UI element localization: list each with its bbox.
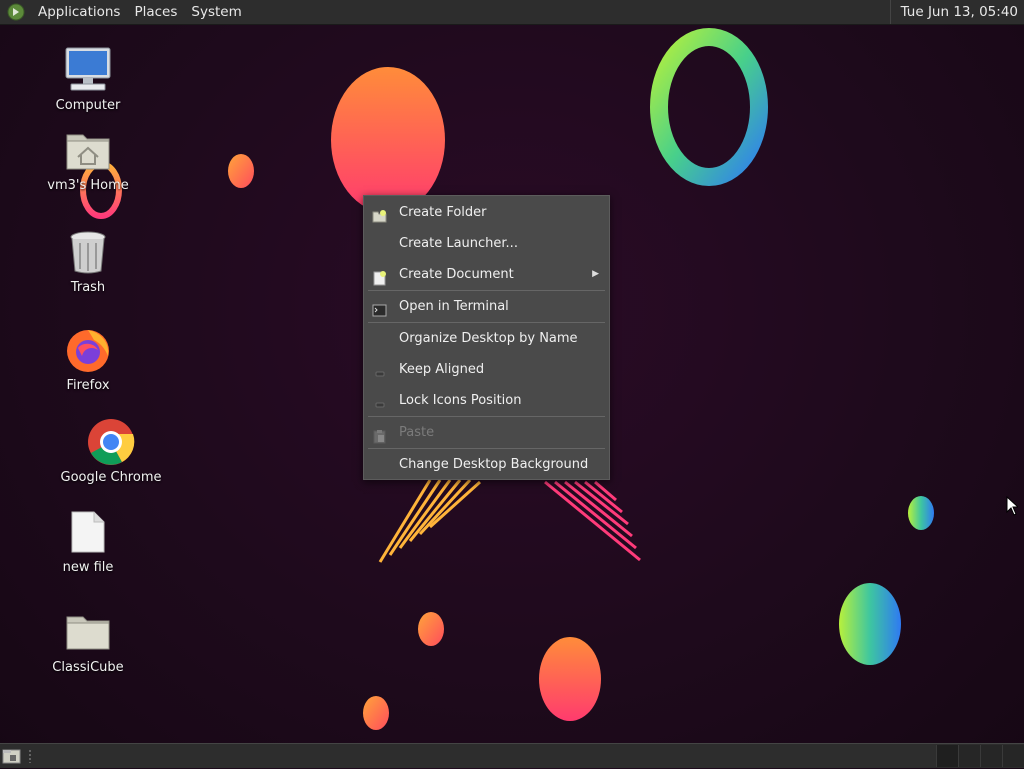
show-desktop-icon[interactable]	[2, 747, 22, 765]
menu-item-create-folder[interactable]: Create Folder	[364, 197, 609, 228]
mate-logo-icon[interactable]	[7, 3, 25, 21]
workspace-4[interactable]	[1002, 745, 1024, 767]
desktop-icon-trash[interactable]: Trash	[28, 226, 148, 295]
menu-item-lock-icons[interactable]: Lock Icons Position	[364, 385, 609, 416]
panel-grip-handle[interactable]	[28, 749, 32, 763]
desktop-icon-label: new file	[62, 560, 114, 575]
places-menu[interactable]: Places	[127, 0, 184, 24]
desktop-icon-label: ClassiCube	[52, 660, 124, 675]
workspace-3[interactable]	[980, 745, 1002, 767]
applications-menu[interactable]: Applications	[31, 0, 127, 24]
menu-item-create-launcher[interactable]: Create Launcher...	[364, 228, 609, 259]
checkbox-icon[interactable]	[372, 393, 387, 408]
mouse-cursor-icon	[1006, 495, 1020, 520]
menu-item-label: Create Folder	[399, 205, 487, 220]
menu-item-paste: Paste	[364, 417, 609, 448]
menu-item-open-terminal[interactable]: Open in Terminal	[364, 291, 609, 322]
menu-item-label: Keep Aligned	[399, 362, 485, 377]
desktop-context-menu: Create Folder Create Launcher... Create …	[363, 195, 610, 480]
chrome-icon	[85, 416, 137, 468]
trash-icon	[62, 226, 114, 278]
submenu-arrow-icon: ▶	[592, 269, 599, 279]
desktop-icon-computer[interactable]: Computer	[28, 44, 148, 113]
menu-item-label: Organize Desktop by Name	[399, 331, 578, 346]
folder-icon	[62, 606, 114, 658]
workspace-switcher	[936, 744, 1024, 768]
menu-item-label: Lock Icons Position	[399, 393, 522, 408]
top-panel: Applications Places System Tue Jun 13, 0…	[0, 0, 1024, 25]
desktop-icon-label: Firefox	[66, 378, 110, 393]
paste-icon	[372, 425, 387, 444]
desktop-icon-chrome[interactable]: Google Chrome	[51, 416, 171, 485]
file-icon	[62, 506, 114, 558]
desktop-icon-new-file[interactable]: new file	[28, 506, 148, 575]
menu-item-organize-desktop[interactable]: Organize Desktop by Name	[364, 323, 609, 354]
terminal-icon	[372, 299, 387, 317]
menu-item-label: Paste	[399, 425, 435, 440]
menu-item-label: Create Document	[399, 267, 514, 282]
new-document-icon	[372, 267, 387, 286]
menu-item-label: Change Desktop Background	[399, 457, 589, 472]
menu-item-label: Create Launcher...	[399, 236, 518, 251]
desktop-icon-classicube[interactable]: ClassiCube	[28, 606, 148, 675]
desktop-icon-home[interactable]: vm3's Home	[28, 124, 148, 193]
new-folder-icon	[372, 205, 387, 223]
desktop-icon-firefox[interactable]: Firefox	[28, 324, 148, 393]
firefox-icon	[62, 324, 114, 376]
bottom-panel	[0, 743, 1024, 768]
menu-item-label: Open in Terminal	[399, 299, 509, 314]
home-folder-icon	[62, 124, 114, 176]
desktop-icon-label: vm3's Home	[47, 178, 129, 193]
menu-item-create-document[interactable]: Create Document ▶	[364, 259, 609, 290]
clock[interactable]: Tue Jun 13, 05:40	[889, 0, 1024, 24]
desktop-icon-label: Google Chrome	[60, 470, 162, 485]
desktop-icon-label: Trash	[70, 280, 106, 295]
workspace-2[interactable]	[958, 745, 980, 767]
workspace-1[interactable]	[936, 745, 958, 767]
system-menu[interactable]: System	[184, 0, 248, 24]
menu-item-change-background[interactable]: Change Desktop Background	[364, 449, 609, 480]
checkbox-icon[interactable]	[372, 362, 387, 377]
menu-item-keep-aligned[interactable]: Keep Aligned	[364, 354, 609, 385]
desktop-icon-label: Computer	[55, 98, 121, 113]
computer-icon	[62, 44, 114, 96]
